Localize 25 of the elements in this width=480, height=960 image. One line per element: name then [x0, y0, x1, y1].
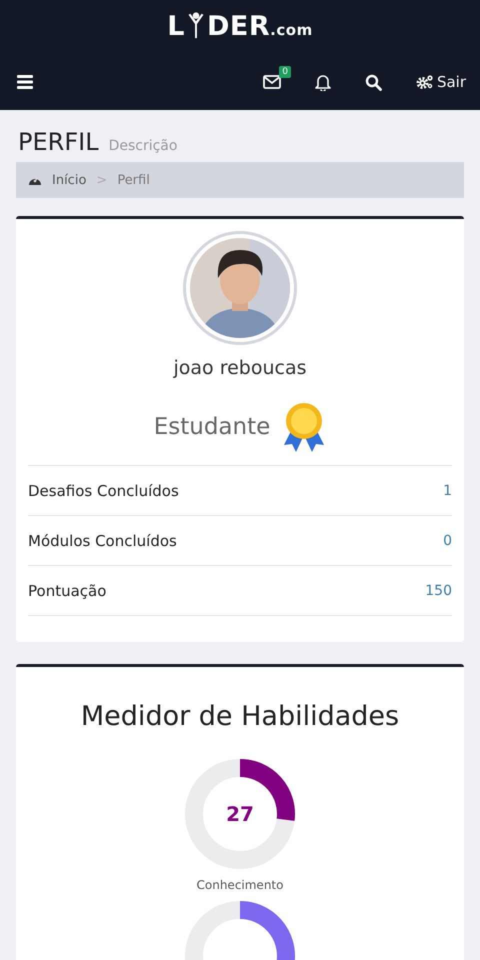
stat-value: 0	[443, 532, 452, 548]
stat-label: Desafios Concluídos	[28, 482, 179, 500]
section-title: Medidor de Habilidades	[80, 701, 400, 732]
gauge-value: 27	[226, 802, 254, 826]
stat-value: 150	[425, 582, 452, 598]
page-subtitle: Descrição	[108, 138, 178, 154]
logout-button[interactable]: Sair	[416, 73, 466, 91]
message-count: 0	[279, 66, 291, 78]
gears-icon	[416, 74, 434, 90]
stat-value: 1	[443, 482, 452, 498]
search-icon[interactable]	[364, 74, 382, 90]
user-role: Estudante	[154, 414, 270, 440]
logo[interactable]: L DER.com	[167, 8, 313, 42]
page-title: PERFIL	[18, 128, 99, 156]
breadcrumb-current: Perfil	[117, 172, 150, 188]
stat-label: Módulos Concluídos	[28, 532, 177, 550]
envelope-icon[interactable]	[262, 75, 281, 89]
gauge-label: Conhecimento	[196, 878, 284, 892]
bell-icon[interactable]	[314, 74, 331, 90]
user-name: joao reboucas	[173, 357, 306, 379]
breadcrumb-link[interactable]: Início	[52, 172, 86, 188]
medal-icon	[282, 401, 326, 453]
stat-label: Pontuação	[28, 582, 106, 600]
menu-button[interactable]	[17, 75, 33, 89]
breadcrumb-separator: >	[96, 172, 108, 188]
